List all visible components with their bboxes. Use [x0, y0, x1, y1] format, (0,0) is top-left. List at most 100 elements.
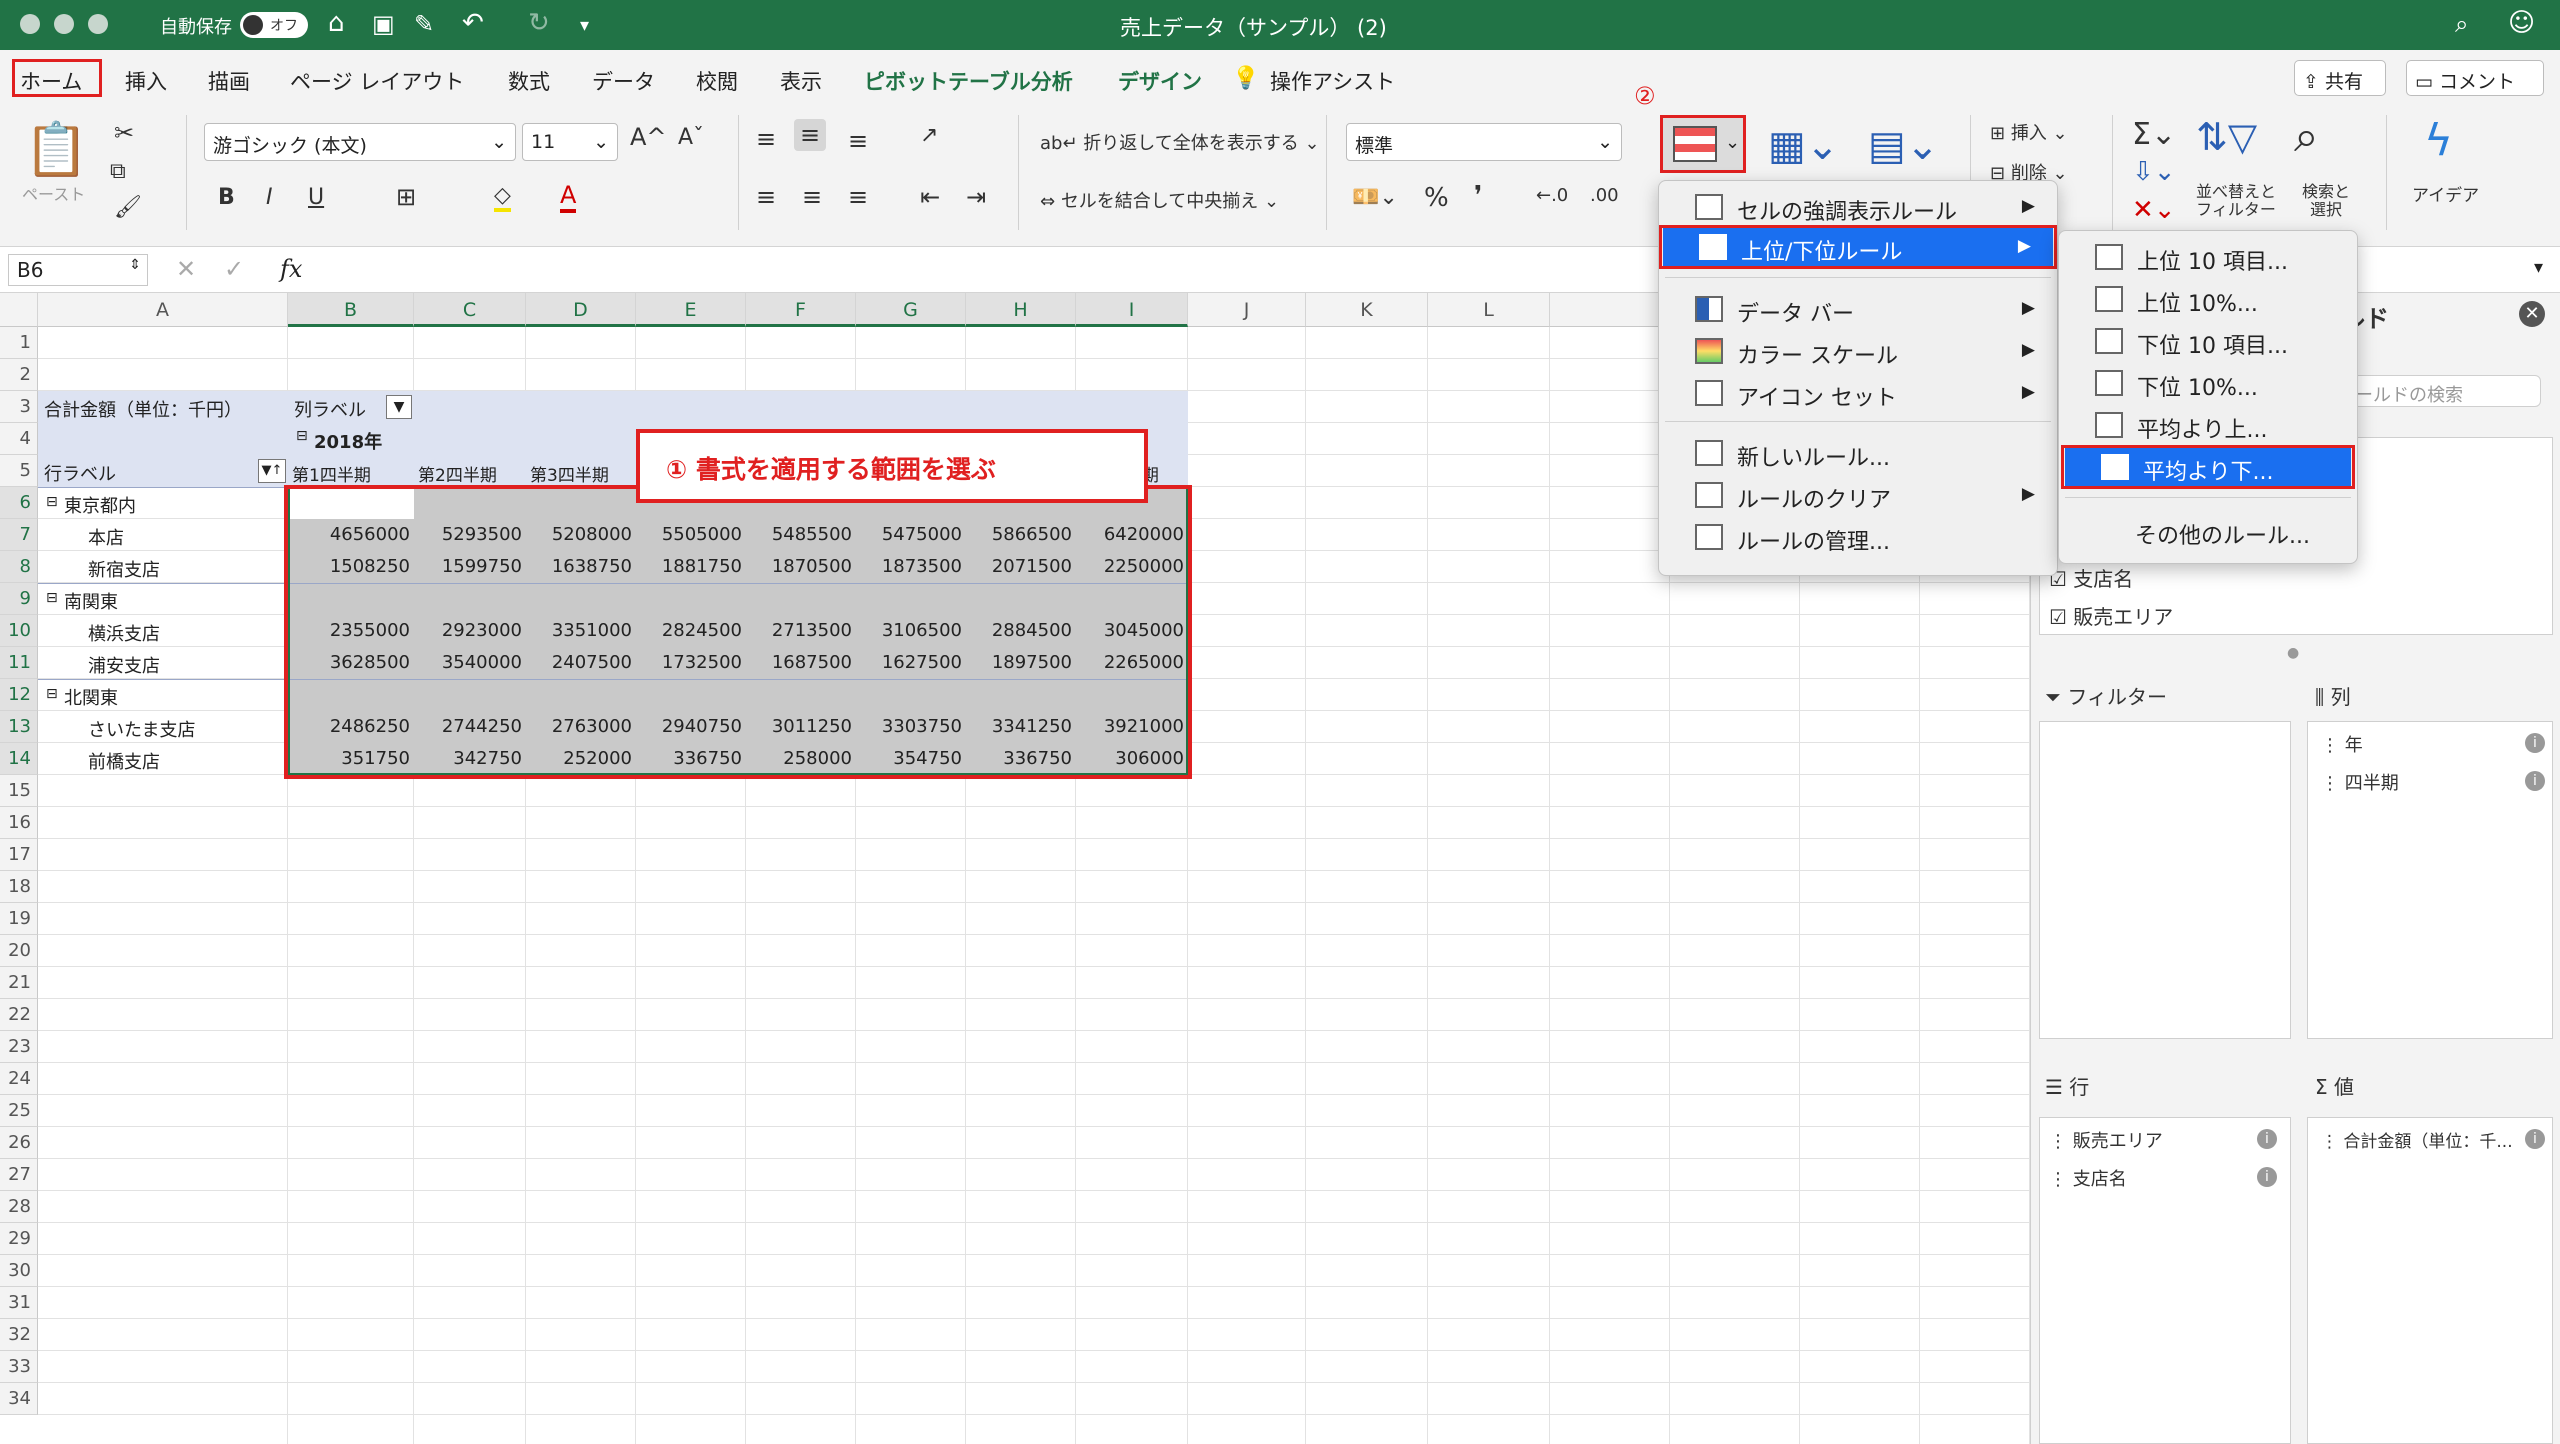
search-icon[interactable]: ⌕ [2455, 10, 2468, 38]
column-header[interactable]: D [526, 293, 636, 327]
row-header[interactable]: 30 [0, 1255, 38, 1287]
insert-cells-button[interactable]: ⊞ 挿入 ⌄ [1990, 119, 2068, 145]
underline-button[interactable]: U [308, 185, 324, 210]
row-header[interactable]: 29 [0, 1223, 38, 1255]
tab-design[interactable]: デザイン [1118, 66, 1202, 96]
submenu-more-rules[interactable]: その他のルール... [2059, 511, 2357, 551]
conditional-formatting-button[interactable]: ⌄ [1660, 115, 1746, 173]
decrease-decimal-icon[interactable]: .00 [1590, 185, 1619, 206]
info-icon[interactable]: i [2525, 1129, 2545, 1149]
row-header[interactable]: 15 [0, 775, 38, 807]
value-item-total[interactable]: ⋮ 合計金額（単位：千... [2321, 1127, 2513, 1152]
collapse-icon[interactable]: ⊟ [46, 590, 58, 606]
submenu-bottom-10-items[interactable]: 下位 10 項目... [2059, 321, 2357, 361]
font-name-select[interactable]: 游ゴシック (本文) ⌄ [204, 123, 516, 161]
borders-icon[interactable]: ⊞ [396, 183, 416, 211]
align-bottom-icon[interactable]: ≡ [848, 127, 868, 155]
find-select-icon[interactable]: ⌕ [2294, 111, 2319, 162]
row-header[interactable]: 8 [0, 551, 38, 583]
row-header[interactable]: 4 [0, 423, 38, 455]
info-icon[interactable]: i [2257, 1129, 2277, 1149]
sort-filter-icon[interactable]: ⇅▽ [2196, 115, 2257, 159]
clear-icon[interactable]: ✕⌄ [2132, 195, 2176, 225]
redo-icon[interactable]: ↻ [528, 8, 550, 38]
orientation-icon[interactable]: ↗ [920, 123, 938, 148]
cell-styles-icon[interactable]: ▤⌄ [1868, 123, 1939, 169]
cancel-icon[interactable]: ✕ [176, 255, 196, 283]
row-header[interactable]: 21 [0, 967, 38, 999]
menu-item-icon-sets[interactable]: アイコン セット ▶ [1659, 373, 2057, 413]
row-header[interactable]: 24 [0, 1063, 38, 1095]
increase-indent-icon[interactable]: ⇥ [966, 183, 986, 211]
tab-pivot-analyze[interactable]: ピボットテーブル分析 [864, 66, 1073, 96]
menu-item-manage-rules[interactable]: ルールの管理... [1659, 517, 2057, 557]
close-window-button[interactable] [20, 14, 40, 34]
comment-button[interactable]: ▭ コメント [2406, 60, 2544, 96]
bold-button[interactable]: B [218, 185, 235, 210]
filter-dropdown-icon[interactable]: ▼ [386, 395, 412, 419]
account-icon[interactable]: ☺ [2508, 8, 2535, 38]
collapse-icon[interactable]: ⊟ [46, 686, 58, 702]
comma-icon[interactable]: ❜ [1474, 181, 1482, 211]
share-button[interactable]: ⇪ 共有 [2294, 60, 2386, 96]
submenu-top-10-percent[interactable]: 上位 10%... [2059, 279, 2357, 319]
increase-font-icon[interactable]: A^ [630, 123, 667, 151]
row-header[interactable]: 27 [0, 1159, 38, 1191]
row-header[interactable]: 14 [0, 743, 38, 775]
column-header[interactable]: K [1306, 293, 1428, 327]
row-header[interactable]: 18 [0, 871, 38, 903]
align-left-icon[interactable]: ≡ [756, 183, 776, 211]
ideas-label[interactable]: アイデア [2412, 181, 2479, 206]
tab-insert[interactable]: 挿入 [125, 66, 167, 96]
row-header[interactable]: 20 [0, 935, 38, 967]
enter-icon[interactable]: ✓ [224, 255, 244, 283]
expand-formula-icon[interactable]: ▾ [2534, 257, 2543, 278]
tab-formulas[interactable]: 数式 [508, 66, 550, 96]
row-header[interactable]: 11 [0, 647, 38, 679]
tab-view[interactable]: 表示 [780, 66, 822, 96]
align-top-icon[interactable]: ≡ [756, 125, 776, 153]
row-header[interactable]: 32 [0, 1319, 38, 1351]
row-header[interactable]: 22 [0, 999, 38, 1031]
zoom-window-button[interactable] [88, 14, 108, 34]
submenu-bottom-10-percent[interactable]: 下位 10%... [2059, 363, 2357, 403]
resize-handle-icon[interactable]: ● [2287, 645, 2299, 661]
row-header[interactable]: 7 [0, 519, 38, 551]
field-search-input[interactable]: ィールドの検索 [2331, 375, 2541, 407]
find-select-label[interactable]: 検索と 選択 [2302, 183, 2350, 219]
autosave-toggle[interactable]: オフ [240, 12, 308, 38]
collapse-icon[interactable]: ⊟ [46, 494, 58, 510]
row-header[interactable]: 17 [0, 839, 38, 871]
tab-page-layout[interactable]: ページ レイアウト [290, 66, 464, 96]
submenu-above-average[interactable]: 平均より上... [2059, 405, 2357, 445]
select-all-button[interactable] [0, 293, 38, 327]
merge-center-button[interactable]: ⇔ セルを結合して中央揃え ⌄ [1040, 187, 1279, 213]
column-header[interactable]: G [856, 293, 966, 327]
menu-item-highlight-rules[interactable]: セルの強調表示ルール ▶ [1659, 187, 2057, 227]
menu-item-clear-rules[interactable]: ルールのクリア ▶ [1659, 475, 2057, 515]
menu-item-new-rule[interactable]: 新しいルール... [1659, 433, 2057, 473]
row-header[interactable]: 2 [0, 359, 38, 391]
submenu-top-10-items[interactable]: 上位 10 項目... [2059, 237, 2357, 277]
decrease-indent-icon[interactable]: ⇤ [920, 183, 940, 211]
row-header[interactable]: 26 [0, 1127, 38, 1159]
column-header[interactable]: A [38, 293, 288, 327]
edit-icon[interactable]: ✎ [414, 10, 434, 38]
home-icon[interactable]: ⌂ [328, 8, 345, 38]
customize-toolbar-icon[interactable]: ▾ [580, 15, 589, 36]
wrap-text-button[interactable]: ab↵ 折り返して全体を表示する ⌄ [1040, 129, 1320, 155]
row-header[interactable]: 34 [0, 1383, 38, 1415]
font-color-icon[interactable]: A [560, 181, 577, 213]
increase-decimal-icon[interactable]: ←.0 [1536, 185, 1568, 206]
row-header[interactable]: 13 [0, 711, 38, 743]
number-format-select[interactable]: 標準 ⌄ [1346, 123, 1622, 161]
format-painter-icon[interactable]: 🖌 [114, 195, 142, 220]
paste-icon[interactable]: 📋 [24, 119, 89, 180]
column-header[interactable]: L [1428, 293, 1550, 327]
undo-icon[interactable]: ↶ [462, 8, 484, 38]
row-header[interactable]: 31 [0, 1287, 38, 1319]
filters-area[interactable] [2039, 721, 2291, 1039]
row-item-area[interactable]: ⋮ 販売エリア [2049, 1127, 2163, 1153]
fill-icon[interactable]: ⇩⌄ [2132, 157, 2176, 187]
menu-item-color-scales[interactable]: カラー スケール ▶ [1659, 331, 2057, 371]
